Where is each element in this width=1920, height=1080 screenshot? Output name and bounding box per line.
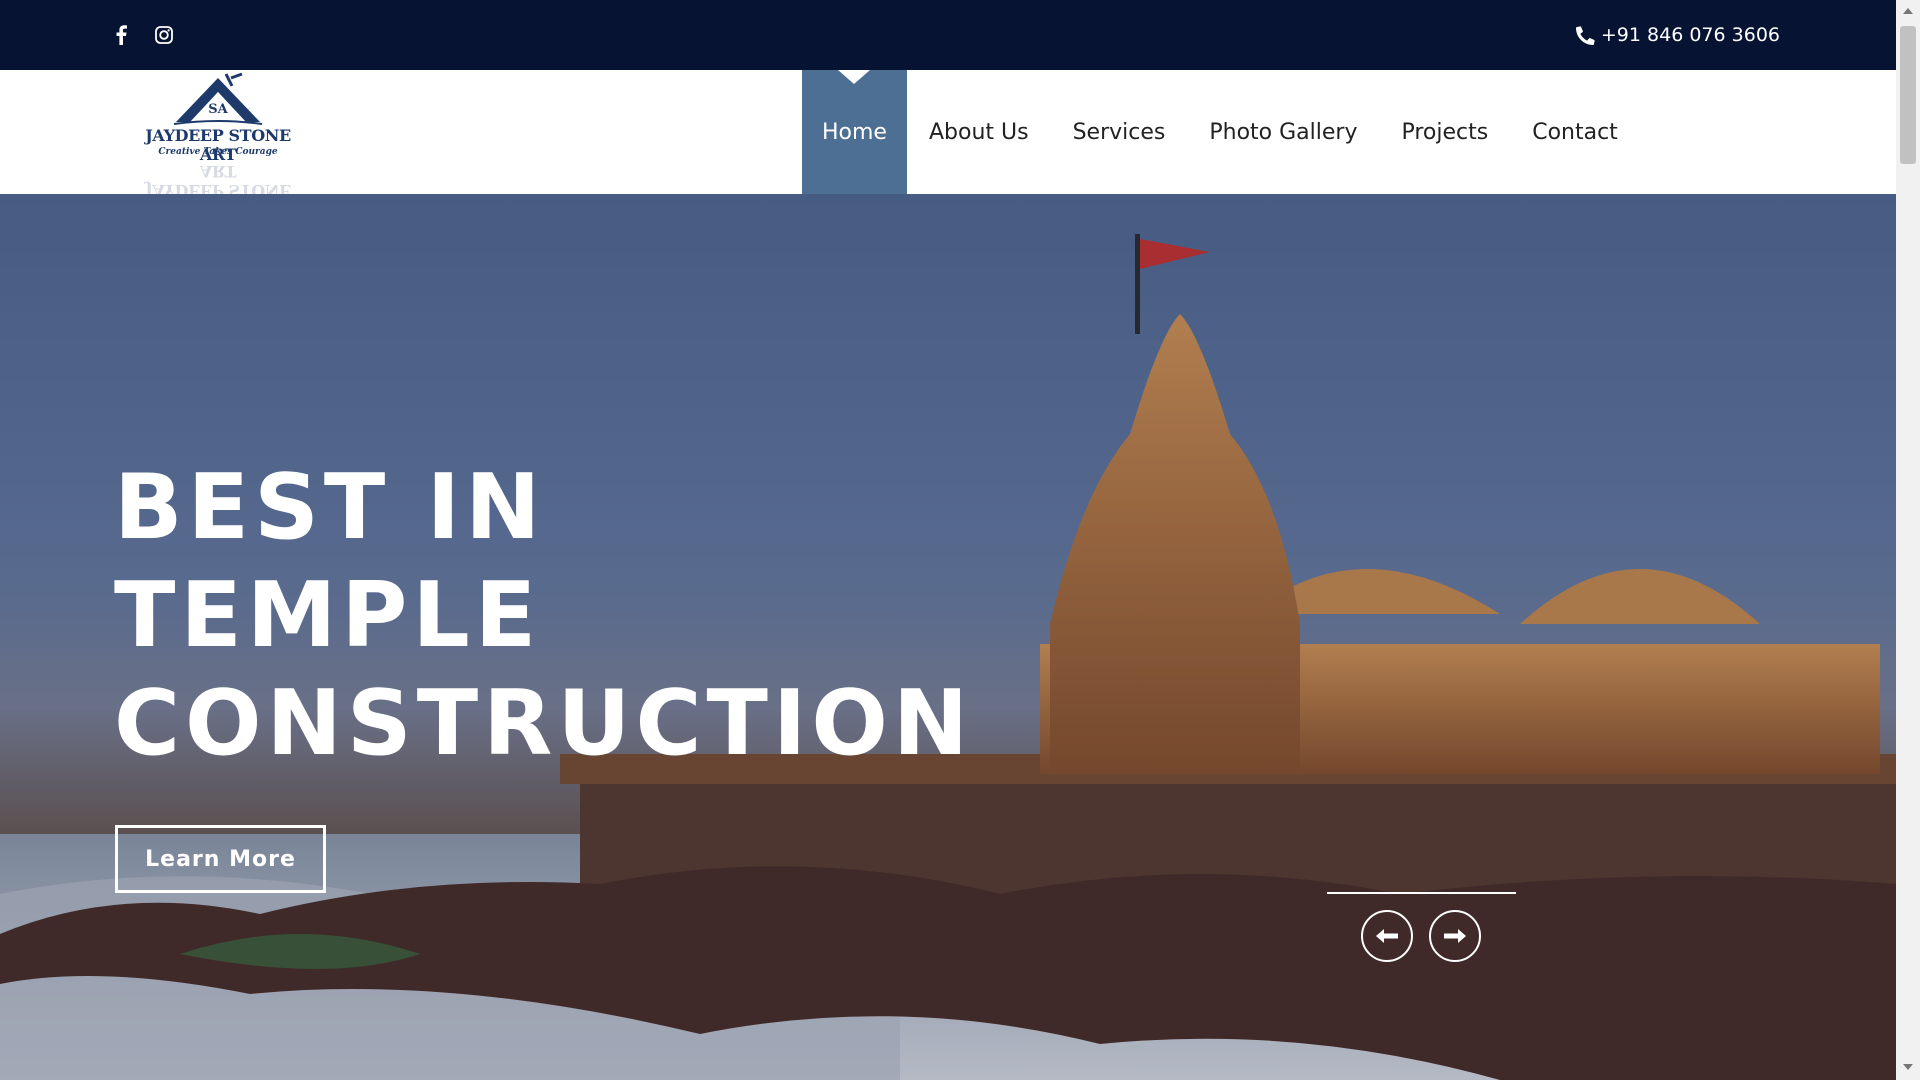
logo-roof-icon: SA xyxy=(173,72,263,125)
arrow-left-icon xyxy=(1376,929,1398,943)
nav-item-photo-gallery[interactable]: Photo Gallery xyxy=(1187,70,1379,194)
instagram-icon[interactable] xyxy=(151,22,177,48)
nav-item-services[interactable]: Services xyxy=(1051,70,1188,194)
logo-tagline: Creative Takes Courage xyxy=(158,147,278,157)
phone-link[interactable]: +91 846 076 3606 xyxy=(1575,22,1780,48)
learn-more-button[interactable]: Learn More xyxy=(115,825,326,893)
hero-title-line: BEST IN xyxy=(114,455,546,560)
nav-item-home[interactable]: Home xyxy=(802,70,907,194)
scroll-up-icon[interactable] xyxy=(1903,8,1913,14)
hero-title-line: TEMPLE xyxy=(114,563,542,668)
facebook-icon[interactable] xyxy=(108,22,134,48)
page-scrollbar[interactable] xyxy=(1896,0,1920,1080)
top-bar: +91 846 076 3606 xyxy=(0,0,1896,70)
nav-item-projects[interactable]: Projects xyxy=(1379,70,1510,194)
site-header: SA JAYDEEP STONE ART Creative Takes Cour… xyxy=(0,70,1896,200)
slider-prev-button[interactable] xyxy=(1361,910,1413,962)
hero-slider: BEST IN TEMPLE CONSTRUCTION Learn More xyxy=(0,194,1896,1080)
logo-wordmark: JAYDEEP STONE ART xyxy=(145,126,291,164)
nav-item-about-us[interactable]: About Us xyxy=(907,70,1051,194)
phone-icon xyxy=(1575,25,1595,45)
phone-number: +91 846 076 3606 xyxy=(1600,24,1780,46)
site-logo[interactable]: SA JAYDEEP STONE ART Creative Takes Cour… xyxy=(132,70,304,200)
hero-title: BEST IN TEMPLE CONSTRUCTION xyxy=(114,454,1014,778)
main-nav: Home About Us Services Photo Gallery Pro… xyxy=(802,70,1640,194)
slider-next-button[interactable] xyxy=(1429,910,1481,962)
slider-divider xyxy=(1327,892,1516,894)
nav-item-contact[interactable]: Contact xyxy=(1510,70,1640,194)
hero-title-line: CONSTRUCTION xyxy=(114,671,974,776)
arrow-right-icon xyxy=(1444,929,1466,943)
scrollbar-thumb[interactable] xyxy=(1900,26,1916,164)
scroll-down-icon[interactable] xyxy=(1903,1064,1913,1070)
svg-text:SA: SA xyxy=(208,102,228,117)
